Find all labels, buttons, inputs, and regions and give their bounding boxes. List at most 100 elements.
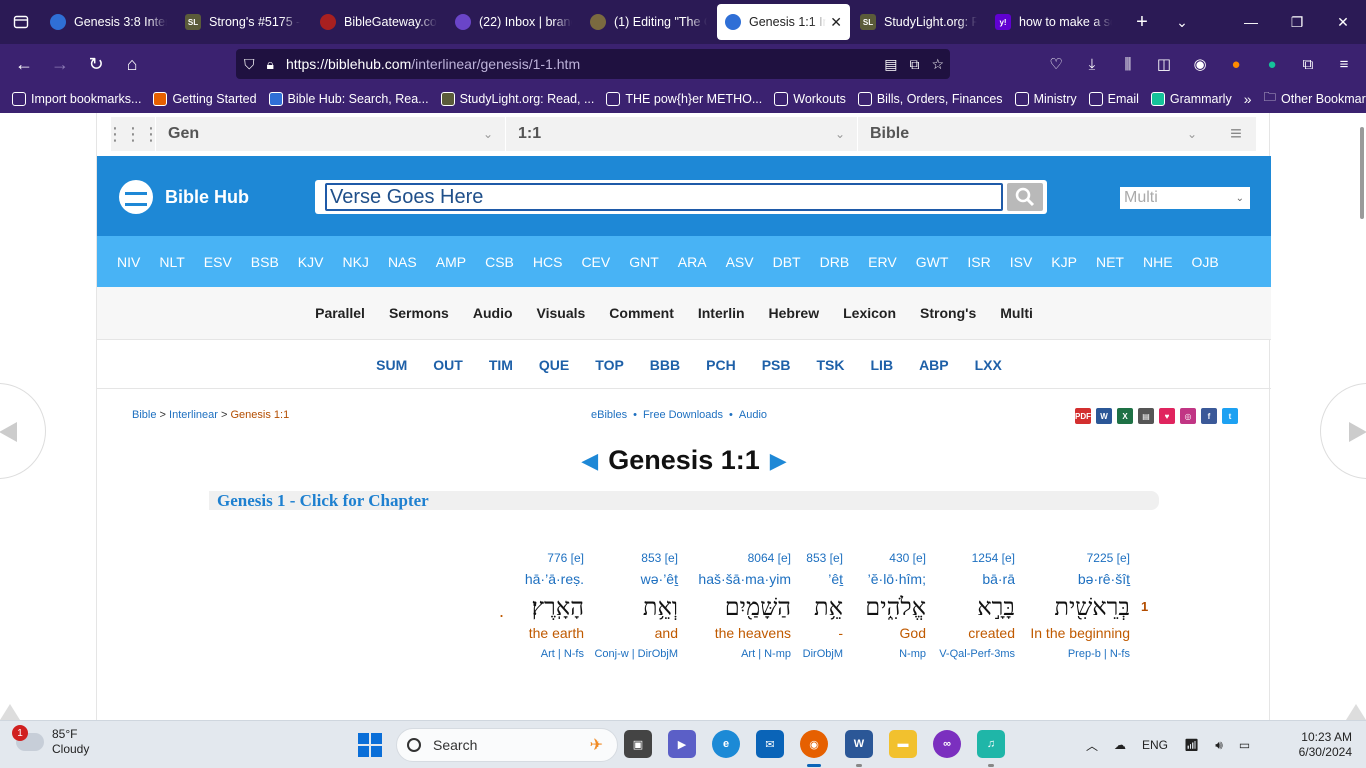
resource-link[interactable]: Audio	[461, 305, 525, 321]
version-link-drb[interactable]: DRB	[812, 254, 858, 270]
bookmark-item[interactable]: Ministry	[1014, 91, 1077, 106]
page-scrollbar[interactable]	[1356, 113, 1366, 720]
version-link-ara[interactable]: ARA	[670, 254, 715, 270]
mail-icon[interactable]: ✉	[756, 730, 784, 758]
version-link-ojb[interactable]: OJB	[1184, 254, 1227, 270]
version-link-erv[interactable]: ERV	[860, 254, 905, 270]
back-icon[interactable]: ←	[6, 48, 42, 80]
search-button[interactable]	[1007, 183, 1043, 211]
bookmark-item[interactable]: Bible Hub: Search, Rea...	[268, 91, 429, 106]
pdf-icon[interactable]: PDF	[1075, 408, 1091, 424]
resource-link[interactable]: Multi	[988, 305, 1045, 321]
resource-link[interactable]: Sermons	[377, 305, 461, 321]
transliteration-link[interactable]: bə·rê·šîṯ	[1030, 567, 1130, 593]
reload-icon[interactable]: ↻	[78, 48, 114, 80]
version-link-bsb[interactable]: BSB	[243, 254, 287, 270]
commentary-link-bbb[interactable]: BBB	[637, 357, 693, 373]
next-verse-arrow-icon[interactable]: ▶	[770, 448, 787, 474]
bookmark-item[interactable]: Bills, Orders, Finances	[857, 91, 1003, 106]
grammarly-icon[interactable]: ●	[1254, 48, 1290, 80]
scroll-top-left-icon[interactable]	[0, 704, 20, 720]
resource-link[interactable]: Visuals	[525, 305, 598, 321]
resource-link[interactable]: Comment	[597, 305, 686, 321]
battery-icon[interactable]: ▭	[1239, 738, 1250, 752]
version-link-kjv[interactable]: KJV	[290, 254, 332, 270]
tray-chevron-up-icon[interactable]: ︿	[1086, 737, 1098, 754]
breadcrumb-bible[interactable]: Bible	[132, 409, 156, 421]
parsing-link[interactable]: V-Qal-Perf-3ms	[939, 645, 1015, 661]
strongs-number-link[interactable]: 7225 [e]	[1030, 551, 1130, 567]
app-purple-icon[interactable]: ∞	[933, 730, 961, 758]
url-bar[interactable]: ⛉ 🔒︎ https://biblehub.com/interlinear/ge…	[236, 49, 950, 79]
parsing-link[interactable]: DirObjM	[803, 645, 843, 661]
version-link-isv[interactable]: ISV	[1002, 254, 1041, 270]
parsing-link[interactable]: Conj-w | DirObjM	[594, 645, 678, 661]
account-icon[interactable]: ◉	[1182, 48, 1218, 80]
version-link-nas[interactable]: NAS	[380, 254, 425, 270]
version-link-dbt[interactable]: DBT	[765, 254, 809, 270]
scrollbar-thumb[interactable]	[1360, 127, 1364, 219]
print-icon[interactable]: ▤	[1138, 408, 1154, 424]
onedrive-icon[interactable]: ☁	[1114, 738, 1126, 752]
commentary-link-pch[interactable]: PCH	[693, 357, 749, 373]
browser-tab[interactable]: Genesis 1:1 Interlinear✕	[717, 4, 850, 40]
version-link-net[interactable]: NET	[1088, 254, 1132, 270]
word-icon[interactable]: W	[1096, 408, 1112, 424]
start-button[interactable]	[358, 733, 382, 757]
word-icon[interactable]: W	[845, 730, 873, 758]
commentary-link-out[interactable]: OUT	[420, 357, 476, 373]
forward-icon[interactable]: →	[42, 48, 78, 80]
transliteration-link[interactable]: wə·’êṯ	[594, 567, 678, 593]
weather-widget[interactable]: 1 85°F Cloudy	[12, 725, 89, 757]
parsing-link[interactable]: Art | N-mp	[698, 645, 791, 661]
app-menu-icon[interactable]: ≡	[1326, 48, 1362, 80]
library-icon[interactable]: ⫼	[1110, 48, 1146, 80]
language-indicator[interactable]: ENG	[1142, 738, 1168, 752]
previous-verse-arrow-icon[interactable]: ◀	[581, 448, 598, 474]
grid-icon[interactable]: ⋮⋮⋮	[106, 117, 160, 151]
commentary-link-que[interactable]: QUE	[526, 357, 582, 373]
pocket-icon[interactable]: ♥	[1159, 408, 1175, 424]
parsing-link[interactable]: N-mp	[865, 645, 926, 661]
parsing-link[interactable]: Art | N-fs	[525, 645, 584, 661]
lock-icon[interactable]: 🔒︎	[267, 56, 274, 73]
wifi-icon[interactable]: 📶︎	[1184, 738, 1199, 752]
twitter-icon[interactable]: t	[1222, 408, 1238, 424]
free-downloads-link[interactable]: Free Downloads	[643, 409, 723, 421]
firefox-icon[interactable]: ◉	[800, 730, 828, 758]
transliteration-link[interactable]: bā·rā	[939, 567, 1015, 593]
version-link-nhe[interactable]: NHE	[1135, 254, 1181, 270]
browser-tab[interactable]: (1) Editing "The C	[582, 4, 715, 40]
clock[interactable]: 10:23 AM 6/30/2024	[1266, 730, 1352, 760]
browser-tab[interactable]: BibleGateway.com	[312, 4, 445, 40]
volume-icon[interactable]: 🔊︎	[1215, 738, 1223, 753]
breadcrumb-interlinear[interactable]: Interlinear	[169, 409, 218, 421]
version-link-esv[interactable]: ESV	[196, 254, 240, 270]
tab-list-icon[interactable]	[0, 0, 42, 44]
extensions-icon[interactable]: ⧉	[1290, 48, 1326, 80]
resource-link[interactable]: Hebrew	[757, 305, 832, 321]
search-input[interactable]	[325, 183, 1003, 211]
ebibles-link[interactable]: eBibles	[591, 409, 627, 421]
version-link-csb[interactable]: CSB	[477, 254, 522, 270]
close-window-icon[interactable]: ✕	[1320, 0, 1366, 44]
strongs-number-link[interactable]: 853 [e]	[594, 551, 678, 567]
resource-link[interactable]: Lexicon	[831, 305, 908, 321]
excel-icon[interactable]: X	[1117, 408, 1133, 424]
multi-select[interactable]: Multi ⌄	[1120, 187, 1250, 209]
version-link-nlt[interactable]: NLT	[151, 254, 192, 270]
list-all-tabs-icon[interactable]: ⌄	[1162, 4, 1202, 40]
chapter-select[interactable]: 1:1 ⌄	[505, 117, 857, 151]
restore-icon[interactable]: ❐	[1274, 0, 1320, 44]
commentary-link-abp[interactable]: ABP	[906, 357, 962, 373]
browser-tab[interactable]: y! how to make a sc	[987, 4, 1120, 40]
version-link-isr[interactable]: ISR	[959, 254, 998, 270]
commentary-link-lxx[interactable]: LXX	[962, 357, 1015, 373]
resource-link[interactable]: Interlin	[686, 305, 757, 321]
extension-orange-icon[interactable]: ●	[1218, 48, 1254, 80]
strongs-number-link[interactable]: 776 [e]	[525, 551, 584, 567]
shield-icon[interactable]: ⛉	[244, 56, 255, 73]
bookmark-item[interactable]: THE pow{h}er METHO...	[606, 91, 762, 106]
browser-tab[interactable]: (22) Inbox | brand	[447, 4, 580, 40]
instagram-icon[interactable]: ◎	[1180, 408, 1196, 424]
